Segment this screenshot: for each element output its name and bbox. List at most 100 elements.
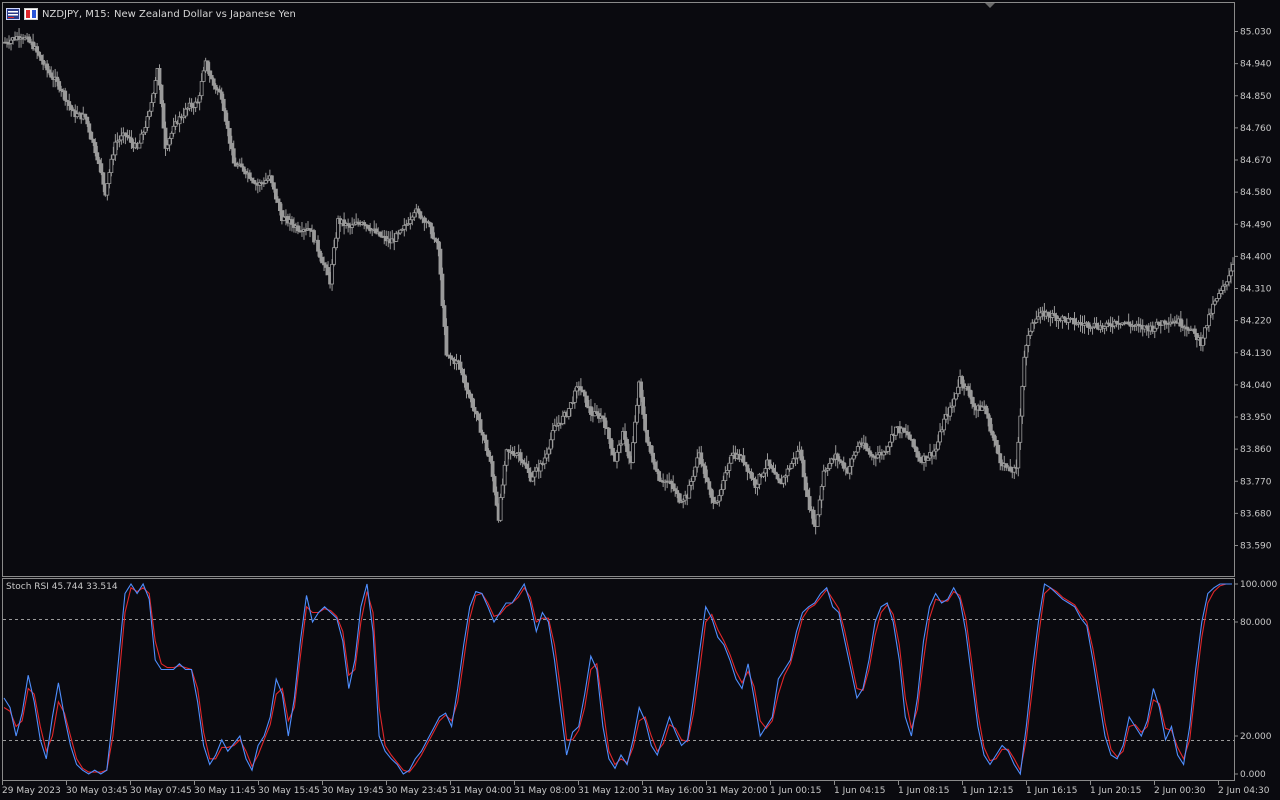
candlestick-series xyxy=(3,28,1235,535)
candle xyxy=(177,111,182,133)
candle xyxy=(422,215,427,231)
time-tick-label: 31 May 20:00 xyxy=(706,786,768,796)
indicator-tick-label: 20.000 xyxy=(1240,732,1272,742)
candle xyxy=(1008,459,1013,472)
price-tick-label: 83.680 xyxy=(1240,509,1272,519)
price-tick-label: 84.580 xyxy=(1240,188,1272,198)
candle xyxy=(161,100,166,129)
candle xyxy=(589,398,593,422)
chart-window[interactable]: 85.030 84.940 84.850 84.760 84.670 84.580 84.4… xyxy=(0,0,1280,800)
candle xyxy=(1090,326,1095,335)
candle xyxy=(123,132,128,145)
candle xyxy=(1078,314,1083,332)
candle xyxy=(1112,319,1117,329)
candle xyxy=(938,423,942,446)
indicator-axis[interactable]: 100.000 80.000 20.000 0.000 xyxy=(1234,580,1277,780)
candle xyxy=(89,130,94,140)
time-tick-label: 31 May 12:00 xyxy=(578,786,640,796)
time-tick-label: 31 May 08:00 xyxy=(514,786,576,796)
candle xyxy=(558,422,563,429)
one-click-trading-icon[interactable] xyxy=(24,8,38,20)
candle xyxy=(733,445,738,462)
indicator-tick-label: 0.000 xyxy=(1240,770,1266,780)
time-tick-label: 29 May 2023 xyxy=(2,786,61,796)
candle xyxy=(1211,296,1215,320)
price-tick-label: 85.030 xyxy=(1240,28,1272,38)
candle xyxy=(247,169,252,180)
candle xyxy=(105,183,110,201)
chart-description: New Zealand Dollar vs Japanese Yen xyxy=(113,8,296,20)
price-tick-label: 84.220 xyxy=(1240,317,1272,327)
candle xyxy=(1050,309,1055,324)
candle xyxy=(998,453,1003,471)
candle xyxy=(1168,313,1173,327)
time-tick-label: 30 May 11:45 xyxy=(194,786,256,796)
candle xyxy=(39,54,44,61)
candle xyxy=(755,483,760,496)
candle xyxy=(988,415,993,433)
candle xyxy=(922,452,926,471)
candle xyxy=(384,230,389,246)
price-axis[interactable]: 85.030 84.940 84.850 84.760 84.670 84.580 84.4… xyxy=(1234,28,1272,552)
candle xyxy=(1066,312,1071,330)
time-tick-label: 2 Jun 04:30 xyxy=(1218,786,1270,796)
candle xyxy=(948,402,952,421)
candle xyxy=(821,464,826,491)
candle xyxy=(932,443,936,460)
chart-canvas[interactable]: 85.030 84.940 84.850 84.760 84.670 84.580 84.4… xyxy=(0,0,1280,800)
time-tick-label: 1 Jun 20:15 xyxy=(1090,786,1141,796)
time-tick-label: 30 May 19:45 xyxy=(322,786,384,796)
time-tick-label: 1 Jun 12:15 xyxy=(962,786,1013,796)
time-tick-label: 31 May 16:00 xyxy=(642,786,704,796)
candle xyxy=(542,450,547,470)
candle xyxy=(189,98,194,112)
candle xyxy=(1134,320,1139,331)
candle xyxy=(350,217,355,235)
candle xyxy=(1184,318,1189,337)
price-tick-label: 83.770 xyxy=(1240,477,1272,487)
price-tick-label: 84.400 xyxy=(1240,252,1272,262)
indicator-label: Stoch RSI 45.744 33.514 xyxy=(6,582,118,592)
time-tick-label: 1 Jun 00:15 xyxy=(770,786,821,796)
time-tick-label: 30 May 23:45 xyxy=(386,786,448,796)
stoch-rsi-lines xyxy=(3,582,1232,776)
candle xyxy=(785,465,790,483)
candle xyxy=(263,172,268,185)
candle xyxy=(1102,325,1107,335)
price-tick-label: 84.850 xyxy=(1240,92,1272,102)
candle xyxy=(566,408,571,420)
candle xyxy=(308,228,312,238)
candle xyxy=(125,129,130,141)
candle xyxy=(1152,327,1157,339)
time-axis[interactable]: 29 May 2023 30 May 03:45 30 May 07:45 30 Ma… xyxy=(2,781,1270,796)
candle xyxy=(984,404,989,415)
candle xyxy=(408,212,413,230)
candle xyxy=(538,460,543,479)
candle xyxy=(1030,319,1035,334)
candle xyxy=(356,218,361,227)
time-tick-label: 30 May 15:45 xyxy=(258,786,320,796)
chart-header: NZDJPY, M15: New Zealand Dollar vs Japan… xyxy=(6,6,296,22)
price-tick-label: 83.950 xyxy=(1240,413,1272,423)
candle xyxy=(402,218,407,237)
candle xyxy=(1108,316,1113,332)
candle xyxy=(139,129,144,144)
candle xyxy=(524,455,529,470)
stoch-rsi-k-line xyxy=(3,582,1232,776)
candle xyxy=(45,60,50,78)
chart-symbol: NZDJPY, M15: xyxy=(42,8,110,20)
candle xyxy=(873,452,878,467)
candle xyxy=(1072,312,1077,331)
candle xyxy=(645,429,649,444)
candle xyxy=(257,179,262,192)
time-tick-label: 1 Jun 04:15 xyxy=(834,786,885,796)
chart-menu-icon[interactable] xyxy=(6,8,20,20)
candle xyxy=(1126,313,1131,326)
candle xyxy=(290,216,294,232)
time-tick-label: 30 May 03:45 xyxy=(66,786,128,796)
candle xyxy=(1207,308,1211,332)
chart-shift-marker[interactable] xyxy=(985,3,995,8)
price-pane-border xyxy=(2,2,1235,577)
candle xyxy=(1194,333,1199,348)
candle xyxy=(593,403,597,417)
